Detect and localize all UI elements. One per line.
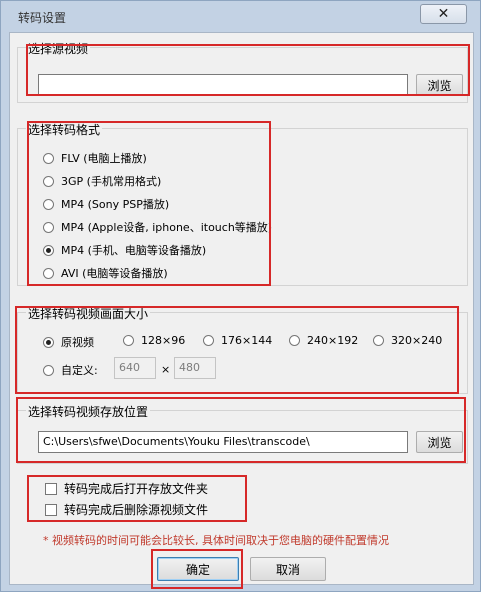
frame-size-group-title: 选择转码视频画面大小 — [26, 305, 151, 322]
output-browse-button[interactable]: 浏览 — [416, 431, 463, 453]
output-browse-label: 浏览 — [427, 435, 452, 450]
format-option-avi[interactable]: AVI (电脑等设备播放) — [43, 265, 168, 281]
size-option-custom[interactable]: 自定义: — [43, 362, 98, 378]
size-option-label: 320×240 — [391, 334, 443, 347]
source-video-group-title: 选择源视频 — [26, 40, 91, 57]
source-browse-label: 浏览 — [427, 78, 452, 93]
source-path-input[interactable] — [38, 74, 408, 96]
format-option-mp4-psp[interactable]: MP4 (Sony PSP播放) — [43, 196, 169, 212]
size-option-240x192[interactable]: 240×192 — [289, 334, 358, 347]
cancel-button-label: 取消 — [275, 562, 300, 577]
window-title: 转码设置 — [18, 11, 67, 25]
size-radio-320x240[interactable] — [373, 335, 384, 346]
size-custom-label: 自定义: — [61, 364, 98, 377]
format-option-label: 3GP (手机常用格式) — [61, 175, 162, 188]
size-radio-original[interactable] — [43, 336, 54, 348]
format-option-label: FLV (电脑上播放) — [61, 152, 147, 165]
format-radio-mp4-psp[interactable] — [43, 198, 54, 210]
open-folder-label: 转码完成后打开存放文件夹 — [64, 482, 209, 496]
output-location-group-title: 选择转码视频存放位置 — [26, 403, 151, 420]
size-option-label: 128×96 — [141, 334, 186, 347]
format-option-label: MP4 (Sony PSP播放) — [61, 198, 170, 211]
format-radio-flv[interactable] — [43, 152, 54, 164]
size-radio-custom[interactable] — [43, 364, 54, 376]
format-option-mp4-device[interactable]: MP4 (手机、电脑等设备播放) — [43, 242, 206, 258]
format-option-3gp[interactable]: 3GP (手机常用格式) — [43, 173, 161, 189]
format-radio-mp4-device[interactable] — [43, 244, 54, 256]
size-option-128x96[interactable]: 128×96 — [123, 334, 185, 347]
transcode-settings-dialog: 转码设置 ✕ 选择源视频 浏览 选择转码格式 FLV (电脑上播放) 3GP (… — [0, 0, 481, 592]
format-option-label: MP4 (Apple设备, iphone、itouch等播放) — [61, 221, 273, 234]
size-radio-240x192[interactable] — [289, 335, 300, 346]
delete-source-option[interactable]: 转码完成后删除源视频文件 — [45, 501, 208, 518]
format-radio-mp4-apple[interactable] — [43, 221, 54, 233]
open-folder-checkbox[interactable] — [45, 482, 57, 495]
size-option-320x240[interactable]: 320×240 — [373, 334, 442, 347]
source-browse-button[interactable]: 浏览 — [416, 74, 463, 96]
source-video-group: 选择源视频 浏览 — [17, 40, 468, 103]
custom-height-input[interactable]: 480 — [174, 357, 216, 379]
ok-button[interactable]: 确定 — [157, 557, 239, 581]
frame-size-group: 选择转码视频画面大小 原视频 128×96 176×144 240×192 32… — [17, 305, 468, 394]
format-option-label: AVI (电脑等设备播放) — [61, 267, 168, 280]
size-option-label: 原视频 — [61, 336, 94, 349]
output-path-input[interactable]: C:\Users\sfwe\Documents\Youku Files\tran… — [38, 431, 408, 453]
format-radio-avi[interactable] — [43, 267, 54, 279]
size-radio-128x96[interactable] — [123, 335, 134, 346]
close-icon: ✕ — [437, 6, 450, 22]
format-group: 选择转码格式 FLV (电脑上播放) 3GP (手机常用格式) MP4 (Son… — [17, 121, 468, 286]
size-option-original[interactable]: 原视频 — [43, 334, 94, 350]
output-location-group: 选择转码视频存放位置 C:\Users\sfwe\Documents\Youku… — [17, 403, 468, 464]
close-button[interactable]: ✕ — [420, 4, 467, 24]
times-symbol: × — [161, 363, 171, 376]
delete-source-checkbox[interactable] — [45, 503, 57, 516]
delete-source-label: 转码完成后删除源视频文件 — [64, 503, 209, 517]
cancel-button[interactable]: 取消 — [250, 557, 326, 581]
title-bar[interactable]: 转码设置 ✕ — [1, 1, 480, 31]
duration-note: * 视频转码的时间可能会比较长, 具体时间取决于您电脑的硬件配置情况 — [43, 534, 389, 547]
custom-width-input[interactable]: 640 — [114, 357, 156, 379]
size-option-label: 240×192 — [307, 334, 359, 347]
size-option-label: 176×144 — [221, 334, 273, 347]
dialog-body: 选择源视频 浏览 选择转码格式 FLV (电脑上播放) 3GP (手机常用格式)… — [9, 32, 474, 585]
format-option-flv[interactable]: FLV (电脑上播放) — [43, 150, 147, 166]
ok-button-label: 确定 — [185, 562, 210, 577]
open-folder-option[interactable]: 转码完成后打开存放文件夹 — [45, 480, 208, 497]
format-option-label: MP4 (手机、电脑等设备播放) — [61, 244, 207, 257]
format-radio-3gp[interactable] — [43, 175, 54, 187]
format-option-mp4-apple[interactable]: MP4 (Apple设备, iphone、itouch等播放) — [43, 219, 272, 235]
size-radio-176x144[interactable] — [203, 335, 214, 346]
size-option-176x144[interactable]: 176×144 — [203, 334, 272, 347]
format-group-title: 选择转码格式 — [26, 121, 103, 138]
